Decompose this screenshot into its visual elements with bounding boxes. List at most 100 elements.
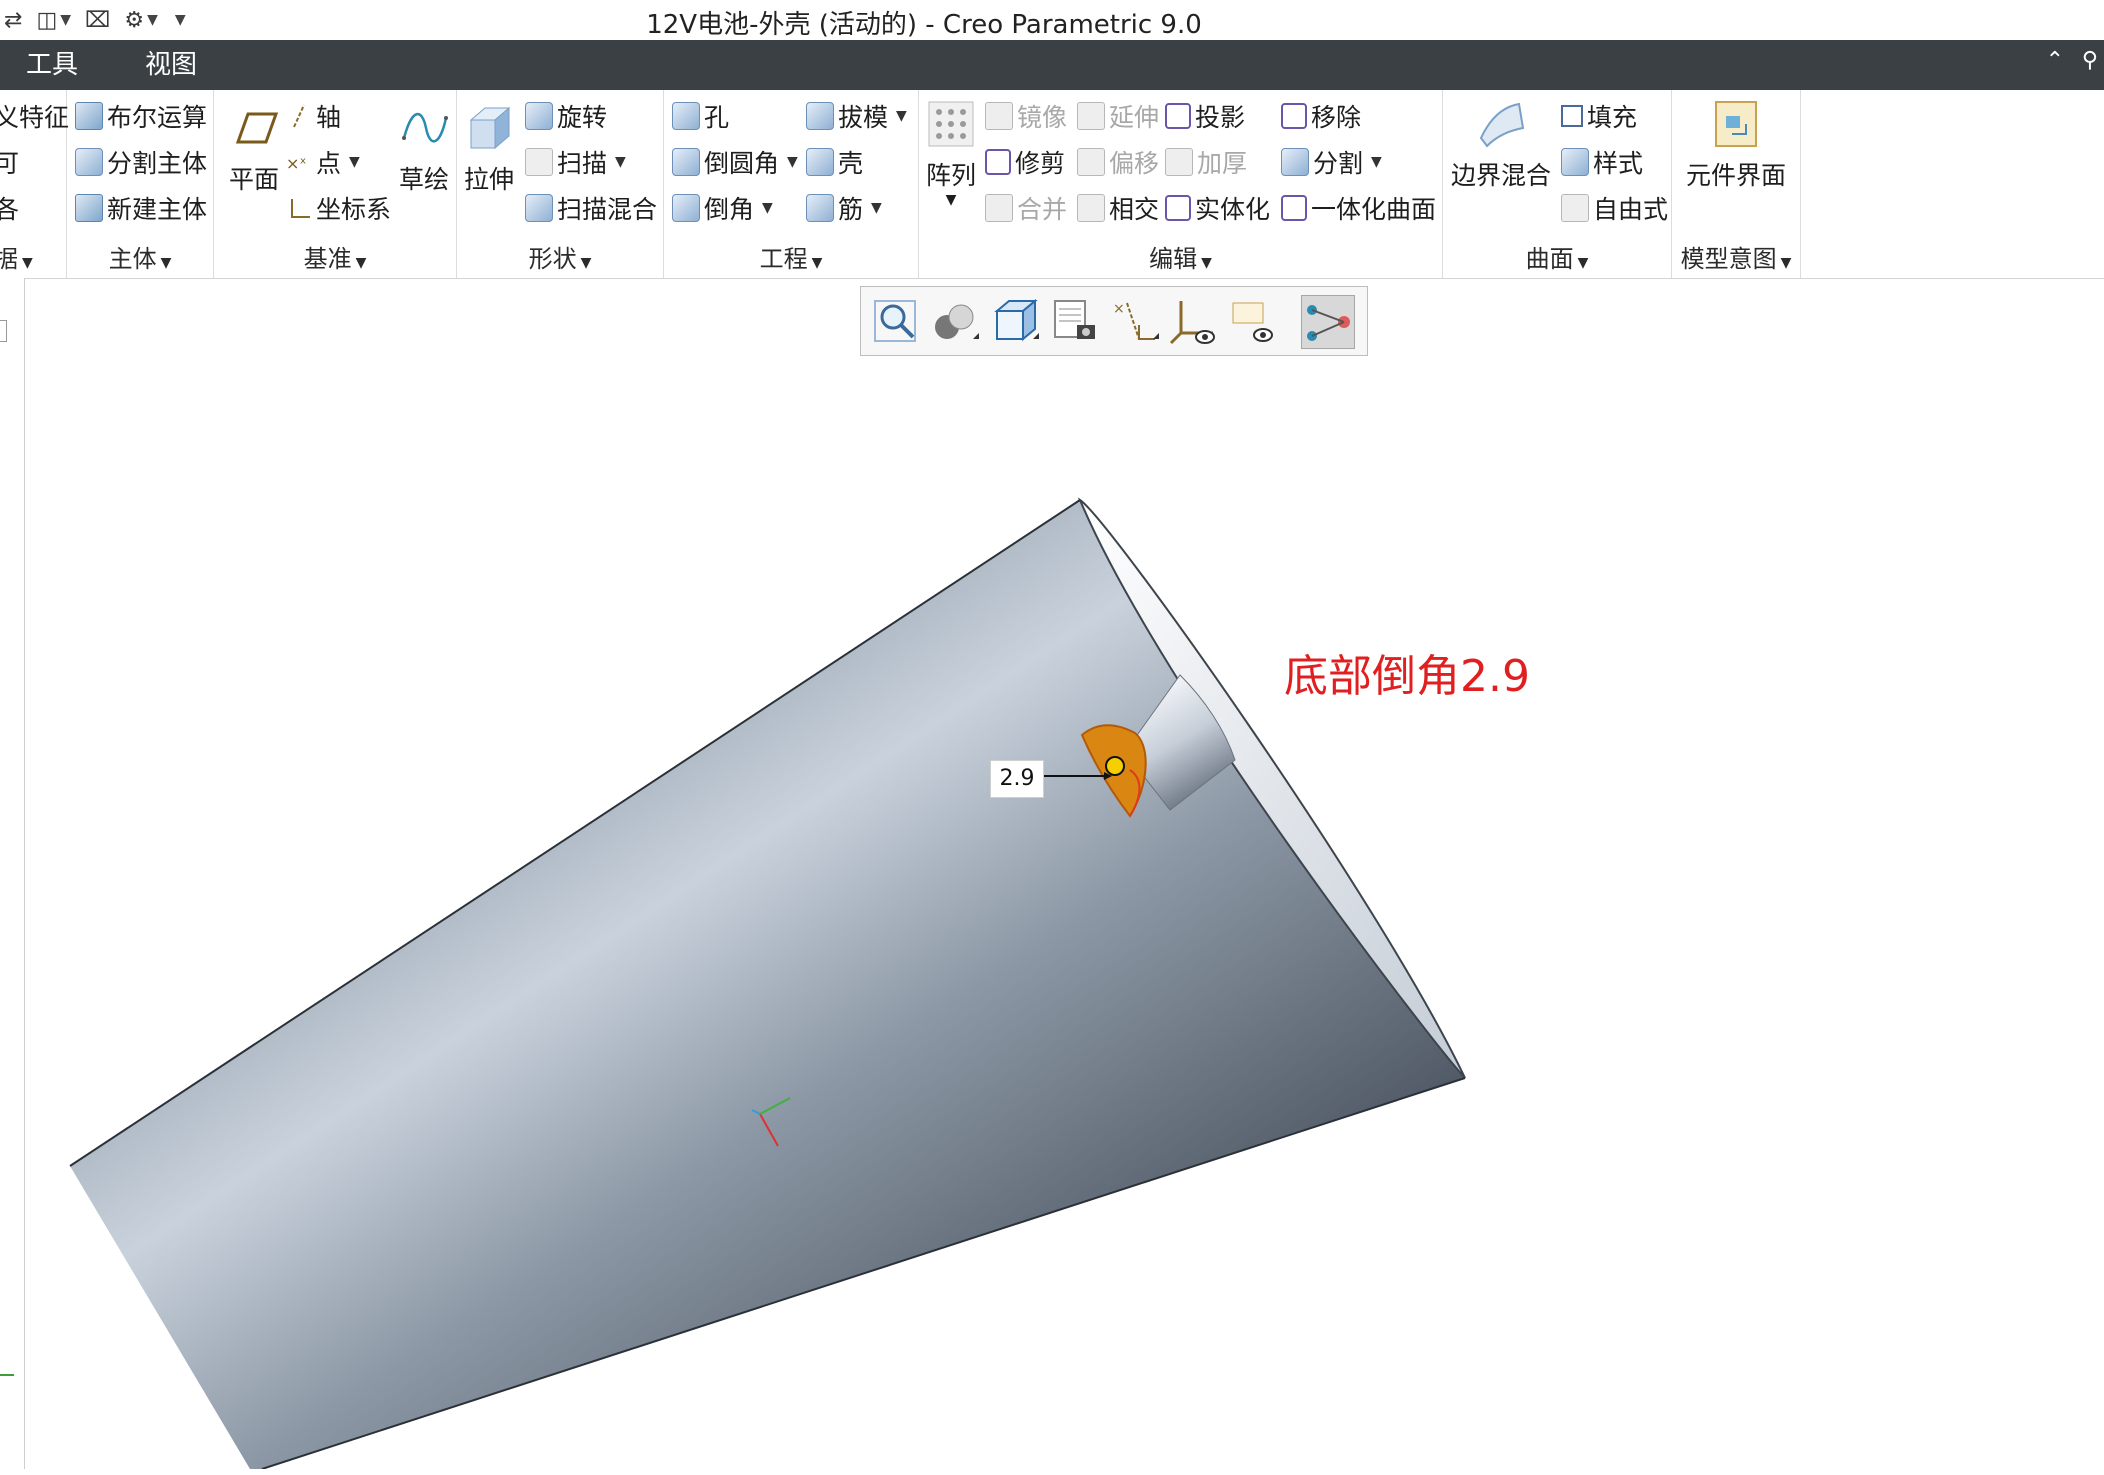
- group-editing: 阵列 ▼ 镜像 修剪 合并 延伸 偏移 相交 投影 加厚 实体化 移除 分割 ▼ …: [919, 90, 1443, 278]
- extend-icon: [1077, 102, 1105, 130]
- title-bar: ⇄ ◫ ▼ ⌧ ⚙ ▼ ▼ 12V电池-外壳 (活动的) - Creo Parame…: [0, 0, 2104, 41]
- split-button[interactable]: 分割 ▼: [1281, 142, 1382, 182]
- tree-marker-icon: [0, 1374, 14, 1376]
- ribbon-item-partial-1[interactable]: 义特征: [0, 96, 69, 136]
- draft-button[interactable]: 拔模 ▼: [806, 96, 907, 136]
- boundary-blend-button[interactable]: 边界混合: [1451, 98, 1551, 192]
- menu-view[interactable]: 视图: [145, 40, 197, 90]
- unify-surfaces-button[interactable]: 一体化曲面: [1281, 188, 1436, 228]
- chamfer-icon: [672, 194, 700, 222]
- boolean-icon: [75, 102, 103, 130]
- new-body-icon: [75, 194, 103, 222]
- group-datum: 平面 轴 ×ˣ 点 ▼ 坐标系 草绘 基准 ▼: [214, 90, 457, 278]
- group-shapes: 拉伸 旋转 扫描 ▼ 扫描混合 形状 ▼: [457, 90, 664, 278]
- fill-icon: [1561, 105, 1583, 127]
- draft-icon: [806, 102, 834, 130]
- annotation-text: 底部倒角2.9: [1284, 651, 1530, 702]
- sweep-icon: [525, 148, 553, 176]
- collapse-ribbon-icon[interactable]: ⌃: [2046, 48, 2064, 73]
- project-button[interactable]: 投影: [1165, 96, 1245, 136]
- dimension-value[interactable]: 2.9: [990, 760, 1044, 798]
- mirror-icon: [985, 102, 1013, 130]
- split-body-button[interactable]: 分割主体: [75, 142, 207, 182]
- chamfer-button[interactable]: 倒角 ▼: [672, 188, 773, 228]
- fill-button[interactable]: 填充: [1561, 96, 1637, 136]
- component-interface-button[interactable]: 元件界面: [1676, 98, 1796, 192]
- swept-blend-button[interactable]: 扫描混合: [525, 188, 657, 228]
- graphics-viewport[interactable]: 2.9: [25, 279, 2104, 1470]
- extrude-button[interactable]: 拉伸: [461, 102, 517, 196]
- round-icon: [672, 148, 700, 176]
- pattern-icon: [925, 98, 977, 150]
- shell-icon: [806, 148, 834, 176]
- csys-button[interactable]: 坐标系: [286, 188, 391, 228]
- project-icon: [1165, 103, 1191, 129]
- point-button[interactable]: ×ˣ 点 ▼: [286, 142, 360, 182]
- remove-button[interactable]: 移除: [1281, 96, 1361, 136]
- tree-tab-icon[interactable]: [0, 320, 7, 342]
- group-model-intent: 元件界面 模型意图 ▼: [1672, 90, 1801, 278]
- extend-button[interactable]: 延伸: [1077, 96, 1159, 136]
- solidify-button[interactable]: 实体化: [1165, 188, 1270, 228]
- group-label-editing[interactable]: 编辑 ▼: [919, 239, 1442, 274]
- axis-icon: [286, 103, 312, 129]
- pattern-dropdown-icon[interactable]: ▼: [925, 192, 977, 208]
- axis-button[interactable]: 轴: [286, 96, 341, 136]
- freestyle-icon: [1561, 194, 1589, 222]
- group-label-surfaces[interactable]: 曲面 ▼: [1443, 239, 1671, 274]
- trim-icon: [985, 149, 1011, 175]
- remove-icon: [1281, 103, 1307, 129]
- search-icon[interactable]: ⚲: [2082, 48, 2098, 73]
- point-icon: ×ˣ: [286, 149, 312, 175]
- sketch-icon: [398, 102, 450, 154]
- swept-blend-icon: [525, 194, 553, 222]
- model-geometry[interactable]: [25, 279, 2104, 1470]
- group-label-engineering[interactable]: 工程 ▼: [664, 239, 918, 274]
- plane-button[interactable]: 平面: [222, 102, 286, 196]
- merge-button[interactable]: 合并: [985, 188, 1067, 228]
- shell-button[interactable]: 壳: [806, 142, 863, 182]
- group-label-shapes[interactable]: 形状 ▼: [457, 239, 663, 274]
- unify-surfaces-icon: [1281, 195, 1307, 221]
- round-button[interactable]: 倒圆角 ▼: [672, 142, 798, 182]
- window-title: 12V电池-外壳 (活动的) - Creo Parametric 9.0: [646, 10, 1202, 40]
- ribbon-item-partial-3[interactable]: 各: [0, 188, 19, 228]
- new-body-button[interactable]: 新建主体: [75, 188, 207, 228]
- group-label-datum[interactable]: 基准 ▼: [214, 239, 456, 274]
- pattern-button[interactable]: 阵列 ▼: [925, 98, 977, 208]
- group-label-partial[interactable]: 据 ▼: [0, 239, 66, 274]
- style-icon: [1561, 148, 1589, 176]
- boolean-button[interactable]: 布尔运算: [75, 96, 207, 136]
- mirror-button[interactable]: 镜像: [985, 96, 1067, 136]
- group-body: 布尔运算 分割主体 新建主体 主体 ▼: [67, 90, 214, 278]
- boundary-blend-icon: [1475, 98, 1527, 150]
- thicken-button[interactable]: 加厚: [1165, 142, 1247, 182]
- menu-bar: 工具 视图 ⌃ ⚲: [0, 40, 2104, 90]
- ribbon: 义特征 可 各 据 ▼ 布尔运算 分割主体 新建主体 主体 ▼ 平面 轴 ×ˣ 点 ▼ …: [0, 90, 2104, 279]
- model-tree-collapsed-strip[interactable]: [0, 278, 25, 1469]
- sweep-button[interactable]: 扫描 ▼: [525, 142, 626, 182]
- trim-button[interactable]: 修剪: [985, 142, 1065, 182]
- sketch-button[interactable]: 草绘: [394, 102, 454, 196]
- group-surfaces: 边界混合 填充 样式 自由式 曲面 ▼: [1443, 90, 1672, 278]
- freestyle-button[interactable]: 自由式: [1561, 188, 1668, 228]
- revolve-icon: [525, 102, 553, 130]
- group-engineering: 孔 倒圆角 ▼ 倒角 ▼ 拔模 ▼ 壳 筋 ▼ 工程 ▼: [664, 90, 919, 278]
- offset-button[interactable]: 偏移: [1077, 142, 1159, 182]
- solidify-icon: [1165, 195, 1191, 221]
- group-label-model-intent[interactable]: 模型意图 ▼: [1672, 239, 1800, 274]
- offset-icon: [1077, 148, 1105, 176]
- plane-icon: [228, 102, 280, 154]
- group-partial-left: 义特征 可 各 据 ▼: [0, 90, 69, 278]
- intersect-button[interactable]: 相交: [1077, 188, 1159, 228]
- hole-button[interactable]: 孔: [672, 96, 729, 136]
- csys-icon: [286, 195, 312, 221]
- menu-tools[interactable]: 工具: [26, 40, 78, 90]
- rib-button[interactable]: 筋 ▼: [806, 188, 882, 228]
- split-body-icon: [75, 148, 103, 176]
- style-button[interactable]: 样式: [1561, 142, 1643, 182]
- rib-icon: [806, 194, 834, 222]
- group-label-body[interactable]: 主体 ▼: [67, 239, 213, 274]
- revolve-button[interactable]: 旋转: [525, 96, 607, 136]
- ribbon-item-partial-2[interactable]: 可: [0, 142, 19, 182]
